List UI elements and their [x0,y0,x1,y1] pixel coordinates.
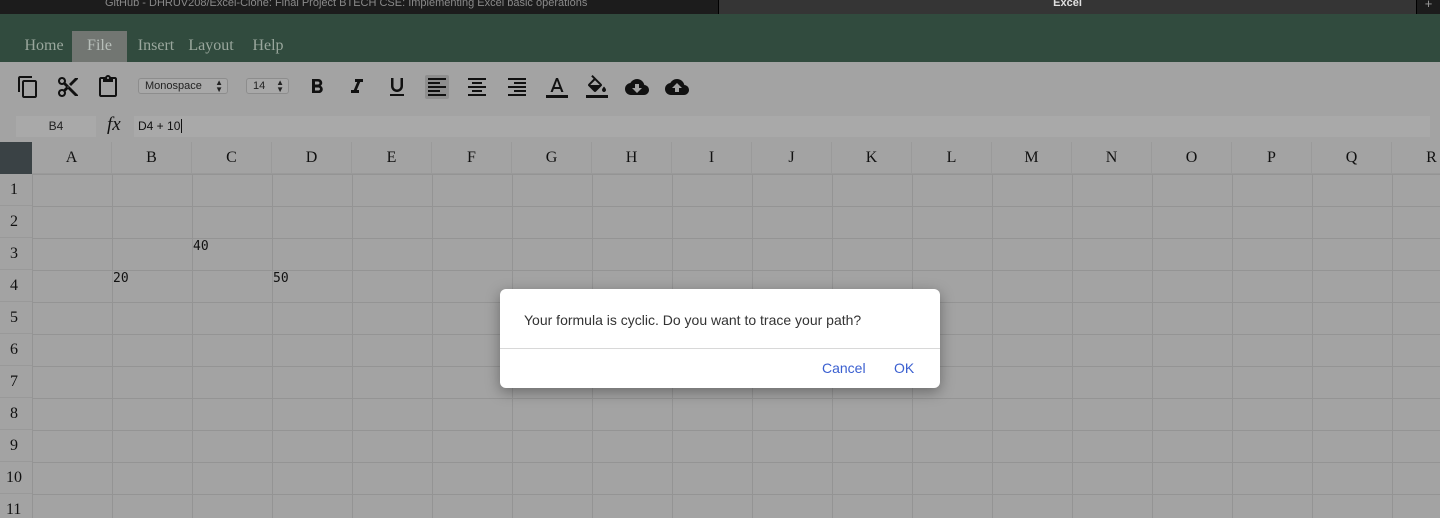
menu-layout[interactable]: Layout [183,31,239,62]
bold-icon[interactable] [305,75,329,99]
paste-icon[interactable] [96,75,120,99]
align-right-icon[interactable] [505,75,529,99]
align-center-icon[interactable] [465,75,489,99]
app-window: GitHub - DHRUV208/Excel-Clone: Final Pro… [0,0,1440,518]
ok-button[interactable]: OK [894,360,914,376]
font-family-select[interactable]: Monospace ▲ ▼ [138,78,228,94]
row-header-8[interactable]: 8 [0,398,32,430]
column-header-D[interactable]: D [272,142,352,174]
select-all-corner[interactable] [0,142,32,174]
row-header-10[interactable]: 10 [0,462,32,494]
dialog-divider [500,348,940,349]
formula-bar: B4 fx D4 + 10 [0,112,1440,142]
italic-icon[interactable] [345,75,369,99]
row-header-9[interactable]: 9 [0,430,32,462]
formula-input[interactable]: D4 + 10 [134,116,1430,137]
column-header-J[interactable]: J [752,142,832,174]
select-arrows-icon: ▲ ▼ [276,78,284,94]
menu-home[interactable]: Home [16,31,72,62]
menu-bar: Home File Insert Layout Help [0,14,1440,62]
cut-icon[interactable] [56,75,80,99]
column-header-P[interactable]: P [1232,142,1312,174]
column-header-N[interactable]: N [1072,142,1152,174]
row-header-11[interactable]: 11 [0,494,32,518]
cell-B4[interactable]: 20 [113,271,129,286]
row-header-4[interactable]: 4 [0,270,32,302]
column-header-F[interactable]: F [432,142,512,174]
cell-D4[interactable]: 50 [273,271,289,286]
cell-C3[interactable]: 40 [193,239,209,254]
toolbar: Monospace ▲ ▼ 14 ▲ ▼ [0,62,1440,112]
row-header-1[interactable]: 1 [0,174,32,206]
column-header-C[interactable]: C [192,142,272,174]
column-header-M[interactable]: M [992,142,1072,174]
column-header-Q[interactable]: Q [1312,142,1392,174]
row-header-2[interactable]: 2 [0,206,32,238]
menu-insert[interactable]: Insert [131,31,181,62]
row-header-5[interactable]: 5 [0,302,32,334]
formula-text: D4 + 10 [138,119,181,133]
browser-tab-strip: GitHub - DHRUV208/Excel-Clone: Final Pro… [0,0,1440,14]
new-tab-button[interactable]: + [1416,0,1440,14]
upload-icon[interactable] [665,75,689,99]
menu-help[interactable]: Help [244,31,292,62]
column-header-E[interactable]: E [352,142,432,174]
font-size-value: 14 [253,80,266,92]
font-size-select[interactable]: 14 ▲ ▼ [246,78,289,94]
column-header-L[interactable]: L [912,142,992,174]
column-header-H[interactable]: H [592,142,672,174]
confirm-dialog: Your formula is cyclic. Do you want to t… [500,289,940,388]
copy-icon[interactable] [16,75,40,99]
row-header-7[interactable]: 7 [0,366,32,398]
column-header-O[interactable]: O [1152,142,1232,174]
column-header-I[interactable]: I [672,142,752,174]
cancel-button[interactable]: Cancel [822,360,866,376]
align-left-icon[interactable] [425,75,449,99]
select-arrows-icon: ▲ ▼ [215,78,223,94]
font-family-value: Monospace [145,80,202,92]
column-header-K[interactable]: K [832,142,912,174]
fx-icon: fx [107,114,121,135]
cell-reference-box[interactable]: B4 [16,116,96,137]
column-header-A[interactable]: A [32,142,112,174]
underline-icon[interactable] [385,75,409,99]
row-header-3[interactable]: 3 [0,238,32,270]
dialog-message: Your formula is cyclic. Do you want to t… [524,312,862,328]
row-header-6[interactable]: 6 [0,334,32,366]
text-cursor [181,119,183,133]
column-header-R[interactable]: R [1392,142,1440,174]
menu-file[interactable]: File [72,31,127,62]
column-header-G[interactable]: G [512,142,592,174]
download-icon[interactable] [625,75,649,99]
fill-color-icon[interactable] [585,75,609,99]
column-header-B[interactable]: B [112,142,192,174]
browser-tab-excel[interactable]: Excel [718,0,1416,14]
browser-tab-github[interactable]: GitHub - DHRUV208/Excel-Clone: Final Pro… [0,0,718,14]
text-color-icon[interactable] [545,75,569,99]
